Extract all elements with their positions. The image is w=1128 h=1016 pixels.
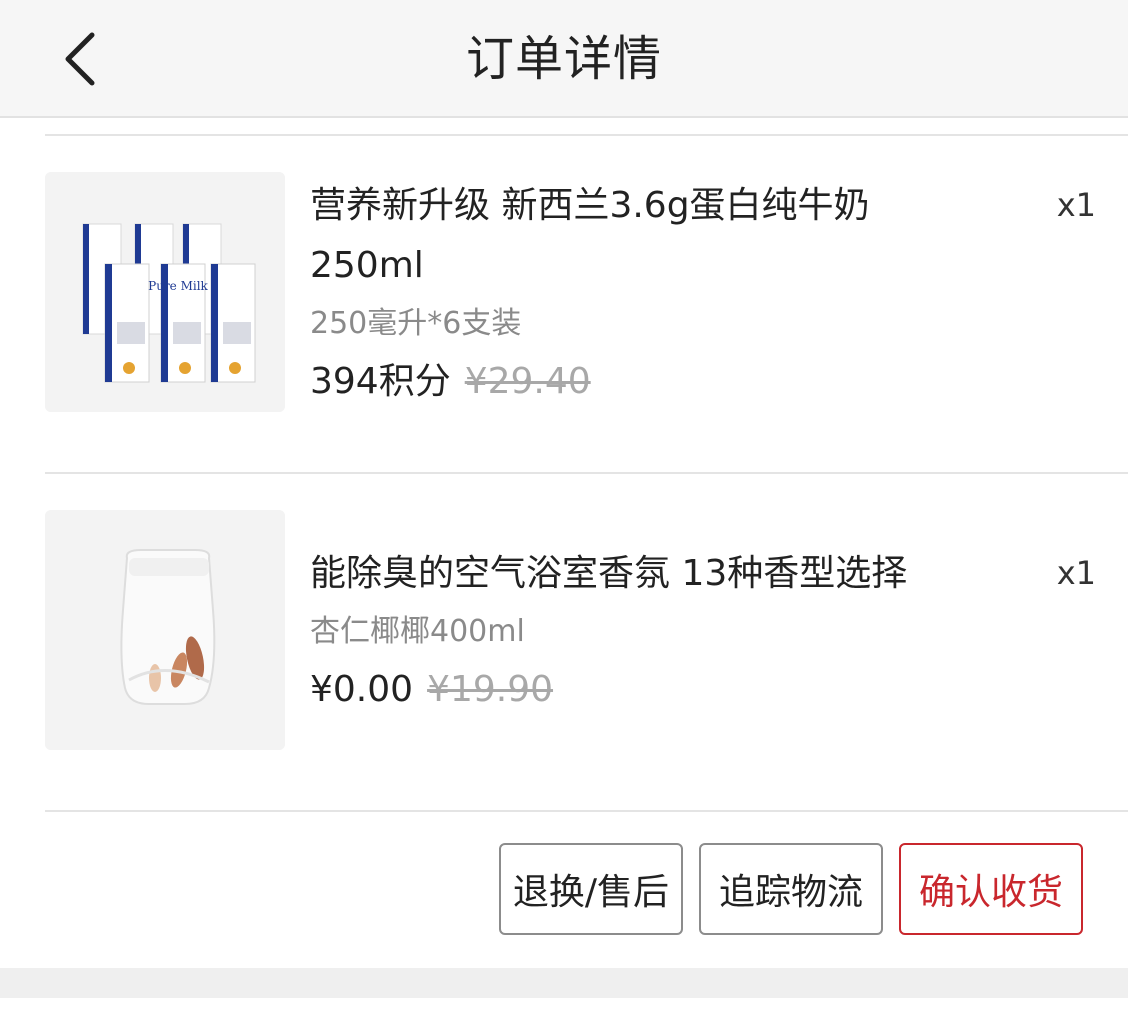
product-image-fragrance[interactable]	[45, 510, 285, 750]
original-price: ¥29.40	[464, 361, 591, 402]
divider	[45, 134, 1128, 136]
page-title: 订单详情	[465, 31, 662, 87]
price-row: ¥0.00 ¥19.90	[310, 660, 1010, 720]
price-row: 394积分 ¥29.40	[310, 352, 1010, 412]
product-price: 394积分	[310, 361, 451, 402]
product-spec: 杏仁椰椰400ml	[310, 614, 525, 649]
product-price: ¥0.00	[310, 669, 414, 710]
confirm-receipt-button[interactable]: 确认收货	[899, 843, 1083, 935]
product-info: 营养新升级 新西兰3.6g蛋白纯牛奶 250ml 250毫升*6支装 394积分…	[310, 176, 1010, 412]
original-price: ¥19.90	[427, 669, 554, 710]
return-aftersale-button[interactable]: 退换/售后	[499, 843, 683, 935]
product-name: 能除臭的空气浴室香氛 13种香型选择	[310, 553, 908, 594]
product-spec: 250毫升*6支装	[310, 306, 522, 341]
svg-text:Pure Milk: Pure Milk	[148, 279, 208, 293]
track-logistics-button[interactable]: 追踪物流	[699, 843, 883, 935]
product-quantity: x1	[1056, 186, 1096, 224]
bottom-spacer	[0, 968, 1128, 998]
product-image-milk[interactable]: Pure Milk	[45, 172, 285, 412]
product-name-cont: 250ml	[310, 245, 424, 286]
product-info: 能除臭的空气浴室香氛 13种香型选择 杏仁椰椰400ml ¥0.00 ¥19.90	[310, 544, 1010, 720]
product-quantity: x1	[1056, 554, 1096, 592]
top-bar: 订单详情	[0, 0, 1128, 118]
fragrance-jar-image	[45, 510, 285, 750]
order-actions: 退换/售后 追踪物流 确认收货	[499, 843, 1083, 935]
divider	[45, 472, 1128, 474]
divider	[45, 810, 1128, 812]
product-name: 营养新升级 新西兰3.6g蛋白纯牛奶	[310, 185, 870, 226]
milk-cartons-image: Pure Milk	[45, 172, 285, 412]
